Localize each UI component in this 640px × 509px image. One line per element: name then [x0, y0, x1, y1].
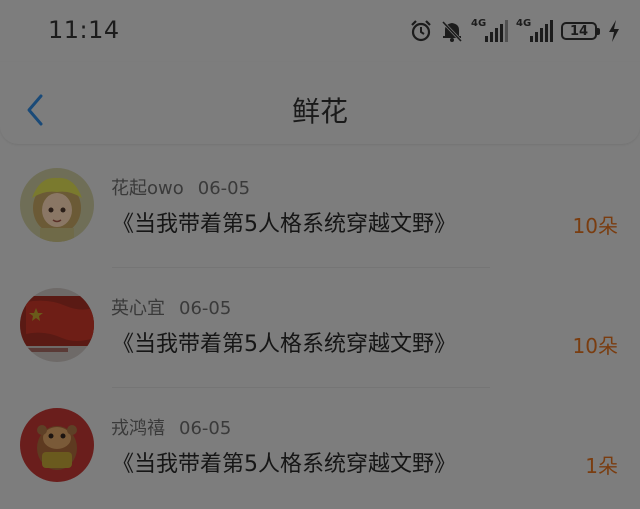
avatar[interactable] — [20, 288, 94, 362]
book-title[interactable]: 《当我带着第5人格系统穿越文野》 — [112, 326, 456, 358]
flower-amount: 10朵 — [572, 334, 618, 358]
avatar[interactable] — [20, 408, 94, 482]
charging-icon — [608, 20, 620, 42]
gift-date: 06-05 — [197, 178, 251, 199]
flower-gift-list: 花起owo 06-05 《当我带着第5人格系统穿越文野》 10朵 英心宜 06-05… — [0, 148, 640, 508]
list-item[interactable]: 戎鸿禧 06-05 《当我带着第5人格系统穿越文野》 1朵 — [0, 388, 640, 508]
gift-date: 06-05 — [179, 298, 232, 319]
gift-meta: 花起owo 06-05 — [111, 174, 250, 200]
gift-date: 06-05 — [179, 418, 232, 439]
network-label: 4G — [516, 18, 532, 29]
nav-bar: 鲜花 — [0, 62, 640, 144]
book-title[interactable]: 《当我带着第5人格系统穿越文野》 — [112, 206, 456, 238]
mute-bell-icon — [441, 19, 463, 43]
signal-4g-icon: 4G — [516, 18, 553, 42]
status-bar: 11:14 4G 4G 14 — [0, 0, 640, 62]
signal-4g-icon: 4G — [471, 18, 508, 42]
user-name[interactable]: 花起owo — [111, 178, 184, 199]
alarm-icon — [409, 19, 433, 43]
status-icons: 4G 4G 14 — [409, 16, 620, 46]
network-label: 4G — [471, 18, 487, 29]
page-title: 鲜花 — [291, 95, 348, 128]
user-name[interactable]: 英心宜 — [111, 298, 165, 319]
book-title[interactable]: 《当我带着第5人格系统穿越文野》 — [112, 446, 456, 478]
flower-amount: 10朵 — [572, 214, 618, 238]
battery-level: 14 — [569, 23, 589, 39]
battery-icon: 14 — [561, 22, 600, 40]
status-time: 11:14 — [48, 16, 120, 44]
flower-amount: 1朵 — [585, 454, 618, 478]
list-item[interactable]: 花起owo 06-05 《当我带着第5人格系统穿越文野》 10朵 — [0, 148, 640, 268]
user-name[interactable]: 戎鸿禧 — [111, 418, 165, 439]
gift-meta: 英心宜 06-05 — [111, 294, 231, 320]
gift-meta: 戎鸿禧 06-05 — [111, 414, 231, 440]
avatar[interactable] — [20, 168, 94, 242]
list-item[interactable]: 英心宜 06-05 《当我带着第5人格系统穿越文野》 10朵 — [0, 268, 640, 388]
